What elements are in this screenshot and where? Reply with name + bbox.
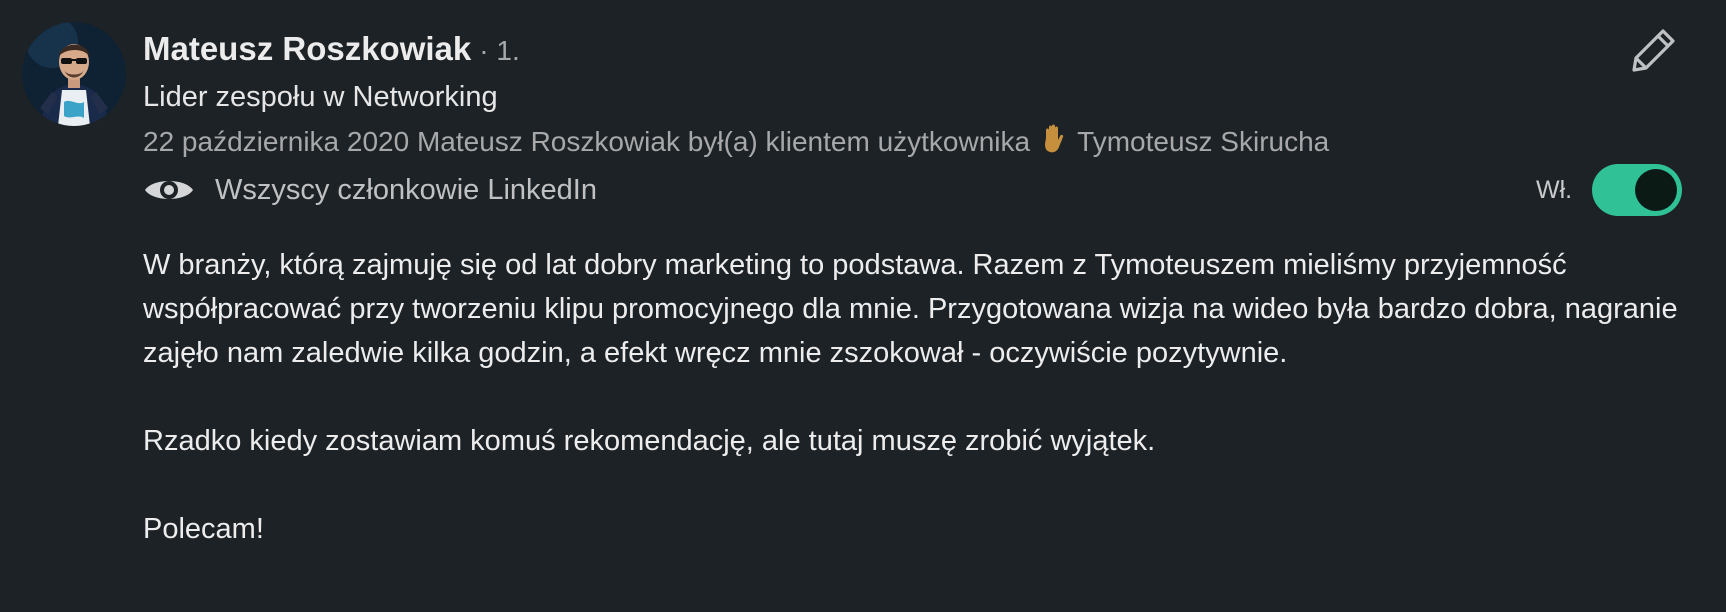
toggle-label: Wł. [1536, 176, 1573, 204]
meta-date-relation: 22 października 2020 Mateusz Roszkowiak … [143, 126, 1031, 157]
author-line: Mateusz Roszkowiak · 1. [143, 26, 520, 74]
toggle-knob [1635, 169, 1677, 211]
author-name[interactable]: Mateusz Roszkowiak [143, 30, 471, 67]
recommendation-paragraph: W branży, którą zajmuję się od lat dobry… [143, 249, 1678, 369]
avatar[interactable] [22, 22, 126, 126]
author-headline: Lider zespołu w Networking [143, 81, 498, 113]
raised-hand-icon [1040, 124, 1066, 166]
recommendation-paragraph: Polecam! [143, 513, 264, 545]
eye-icon [145, 181, 193, 199]
visibility-toggle[interactable] [1592, 164, 1682, 216]
visibility-label: Wszyscy członkowie LinkedIn [215, 173, 597, 206]
connection-degree: · 1. [479, 35, 520, 66]
edit-button[interactable] [1628, 24, 1680, 76]
visibility-row: Wszyscy członkowie LinkedIn [143, 168, 597, 212]
recommendation-text: W branży, którą zajmuję się od lat dobry… [143, 243, 1688, 551]
recommendation-card: Mateusz Roszkowiak · 1. Lider zespołu w N… [0, 0, 1726, 612]
recommendation-paragraph: Rzadko kiedy zostawiam komuś rekomendacj… [143, 425, 1156, 457]
recommendation-meta: 22 października 2020 Mateusz Roszkowiak … [143, 121, 1329, 166]
pencil-icon [1632, 29, 1675, 72]
meta-recipient[interactable]: Tymoteusz Skirucha [1077, 126, 1329, 157]
